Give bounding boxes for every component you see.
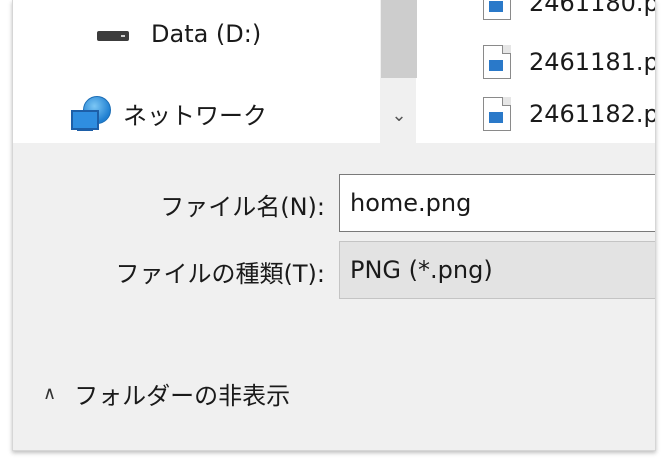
file-name: 2461180.p [529, 0, 656, 17]
nav-item-data-drive[interactable]: Data (D:) [95, 16, 261, 52]
filename-input[interactable]: home.png [339, 174, 655, 232]
filename-label: ファイル名(N): [160, 193, 325, 221]
drive-icon [95, 25, 131, 43]
file-list-item[interactable]: 2461180.p [483, 0, 656, 20]
chevron-down-icon: ⌄ [391, 104, 407, 126]
nav-item-label: ネットワーク [123, 101, 267, 130]
file-name: 2461181.p [529, 48, 656, 76]
browser-pane: Data (D:) ネットワーク ⌄ 2461180.p 2461181.p 2… [13, 0, 655, 143]
hide-folders-label: フォルダーの非表示 [74, 382, 291, 410]
filetype-select[interactable]: PNG (*.png) [339, 241, 655, 299]
chevron-up-icon: ∧ [43, 383, 57, 404]
file-list-item[interactable]: 2461182.p [483, 96, 656, 132]
nav-item-label: Data (D:) [151, 20, 262, 48]
file-name: 2461182.p [529, 100, 656, 128]
image-file-icon [483, 97, 511, 131]
hide-folders-toggle[interactable]: ∧ フォルダーの非表示 [43, 376, 290, 411]
image-file-icon [483, 0, 511, 20]
file-list-item[interactable]: 2461181.p [483, 44, 656, 80]
filetype-label: ファイルの種類(T): [115, 260, 325, 288]
save-dialog: Data (D:) ネットワーク ⌄ 2461180.p 2461181.p 2… [12, 0, 656, 451]
nav-item-network[interactable]: ネットワーク [69, 94, 267, 132]
image-file-icon [483, 45, 511, 79]
scroll-down-button[interactable]: ⌄ [385, 100, 413, 130]
network-icon [69, 94, 113, 132]
scroll-thumb[interactable] [381, 0, 417, 78]
